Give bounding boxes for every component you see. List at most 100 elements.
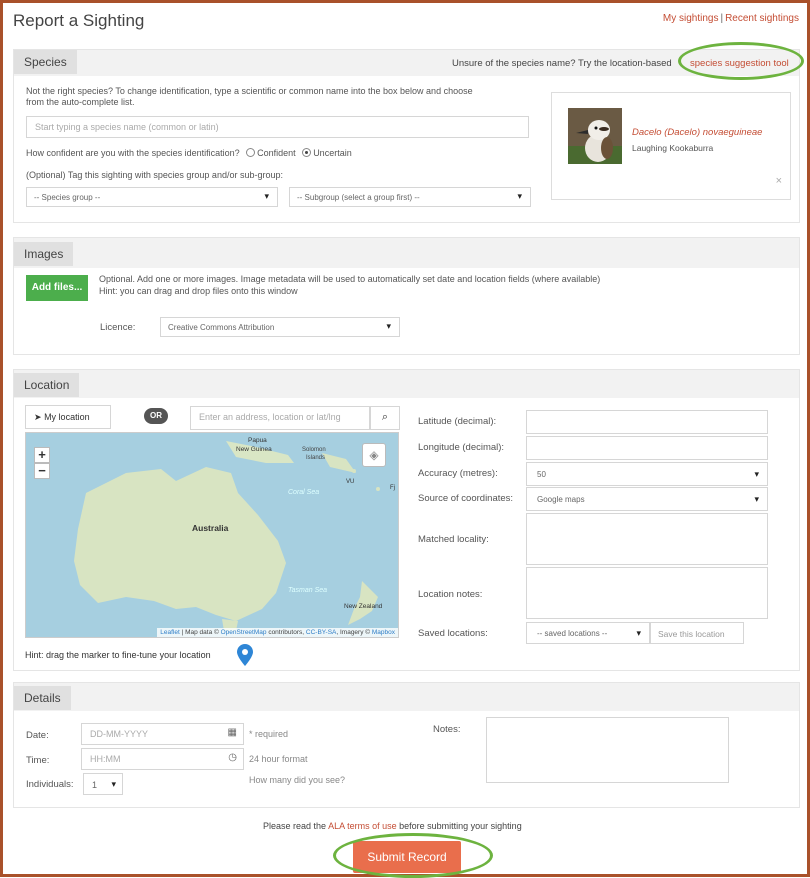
terms-link[interactable]: ALA terms of use	[328, 821, 397, 831]
map-attribution: Leaflet | Map data © OpenStreetMap contr…	[157, 628, 398, 637]
saved-locations-select[interactable]: -- saved locations -- ▾	[526, 622, 650, 644]
species-group-value: -- Species group --	[34, 193, 101, 202]
confident-radio[interactable]	[246, 148, 256, 157]
zoom-in-button[interactable]: +	[34, 447, 50, 463]
add-files-button[interactable]: Add files...	[26, 275, 88, 301]
licence-label: Licence:	[100, 322, 136, 333]
matched-locality-field[interactable]	[526, 513, 768, 565]
card-scientific-name[interactable]: Dacelo (Dacelo) novaeguineae	[632, 127, 762, 138]
terms-before: Please read the	[263, 821, 327, 831]
map-label-vu: VU	[346, 479, 355, 485]
clock-icon[interactable]: ◷	[228, 752, 237, 763]
images-info-line1: Optional. Add one or more images. Image …	[99, 274, 601, 284]
search-icon: ⌕	[381, 411, 389, 423]
leaflet-link[interactable]: Leaflet	[160, 629, 180, 636]
individuals-caret-icon: ▾	[111, 779, 116, 789]
licence-select[interactable]: Creative Commons Attribution ▾	[160, 317, 400, 337]
close-icon[interactable]: ×	[776, 175, 782, 187]
confidence-question: How confident are you with the species i…	[26, 148, 240, 158]
map-hint: Hint: drag the marker to fine-tune your …	[25, 650, 211, 660]
save-location-button[interactable]: Save this location	[650, 622, 744, 644]
images-tab: Images	[14, 242, 74, 266]
species-card: Dacelo (Dacelo) novaeguineae Laughing Ko…	[551, 92, 791, 200]
subgroup-select[interactable]: -- Subgroup (select a group first) -- ▾	[289, 187, 531, 207]
marker-pin	[237, 644, 253, 666]
notes-label: Notes:	[433, 724, 461, 735]
terms-line: Please read the ALA terms of use before …	[263, 821, 522, 831]
species-group-select[interactable]: -- Species group -- ▾	[26, 187, 278, 207]
layers-icon[interactable]: ◈	[362, 443, 386, 467]
uncertain-label: Uncertain	[313, 148, 352, 158]
osm-link[interactable]: OpenStreetMap	[221, 629, 267, 636]
latitude-input[interactable]	[526, 410, 768, 434]
species-group-caret-icon: ▾	[264, 191, 269, 201]
terms-after: before submitting your sighting	[399, 821, 522, 831]
tag-text: (Optional) Tag this sighting with specie…	[26, 170, 283, 180]
time-label: Time:	[26, 755, 50, 766]
mapbox-link[interactable]: Mapbox	[372, 629, 395, 636]
map-label-tasman-sea: Tasman Sea	[288, 587, 328, 594]
confident-label: Confident	[257, 148, 296, 158]
map-label-solomon: Solomon	[302, 447, 326, 453]
required-note: * required	[249, 729, 289, 739]
saved-locations-value: -- saved locations --	[537, 629, 608, 638]
my-sightings-link[interactable]: My sightings	[663, 13, 719, 24]
suggestion-highlight-ring	[678, 42, 804, 80]
imagery-text: , Imagery ©	[336, 629, 371, 636]
confidence-row: How confident are you with the species i…	[26, 148, 352, 158]
licence-value: Creative Commons Attribution	[168, 323, 275, 332]
map-label-coral-sea: Coral Sea	[288, 489, 320, 496]
unsure-text: Unsure of the species name? Try the loca…	[452, 58, 672, 69]
species-search-input[interactable]: Start typing a species name (common or l…	[26, 116, 529, 138]
species-tab: Species	[14, 50, 77, 74]
individuals-select[interactable]: 1 ▾	[83, 773, 123, 795]
images-info-line2: Hint: you can drag and drop files onto t…	[99, 286, 298, 296]
species-hint-line2: from the auto-complete list.	[26, 97, 135, 107]
map-label-australia: Australia	[192, 523, 229, 533]
location-map[interactable]: + − ◈ Papua New Guinea Solomon Islands C…	[25, 432, 399, 638]
map-marker-icon[interactable]	[237, 644, 253, 666]
how-many-note: How many did you see?	[249, 775, 346, 785]
accuracy-value: 50	[537, 470, 546, 479]
ccbysa-link[interactable]: CC-BY-SA	[306, 629, 336, 636]
accuracy-label: Accuracy (metres):	[418, 468, 498, 479]
latitude-label: Latitude (decimal):	[418, 416, 497, 427]
kookaburra-drawing	[568, 108, 622, 164]
time-format-note: 24 hour format	[249, 754, 308, 764]
my-location-label: My location	[44, 412, 90, 422]
date-label: Date:	[26, 730, 49, 741]
longitude-label: Longitude (decimal):	[418, 442, 505, 453]
submit-highlight-ring	[333, 833, 493, 878]
date-input[interactable]: DD-MM-YYYY ▦	[81, 723, 244, 745]
address-search-button[interactable]: ⌕	[370, 406, 400, 430]
source-caret-icon: ▾	[754, 494, 759, 504]
source-label: Source of coordinates:	[418, 493, 514, 504]
header-link-separator: |	[720, 13, 724, 24]
longitude-input[interactable]	[526, 436, 768, 460]
subgroup-caret-icon: ▾	[517, 191, 522, 201]
page-frame: Report a Sighting My sightings | Recent si…	[0, 0, 810, 878]
header-links: My sightings | Recent sightings	[663, 13, 799, 24]
map-label-new-guinea: New Guinea	[236, 446, 272, 453]
location-arrow-icon: ➤	[34, 412, 42, 422]
saved-locations-caret-icon: ▾	[636, 628, 641, 638]
or-badge: OR	[144, 408, 168, 424]
my-location-button[interactable]: ➤ My location	[25, 405, 111, 429]
contributors-text: contributors,	[268, 629, 305, 636]
address-search-input[interactable]: Enter an address, location or lat/lng	[190, 406, 370, 430]
accuracy-select[interactable]: 50 ▾	[526, 462, 768, 486]
calendar-icon[interactable]: ▦	[228, 727, 237, 738]
species-hint-line1: Not the right species? To change identif…	[26, 86, 473, 96]
page-header: Report a Sighting My sightings | Recent si…	[13, 11, 799, 41]
recent-sightings-link[interactable]: Recent sightings	[725, 13, 799, 24]
images-section: Images Add files... Optional. Add one or…	[13, 237, 800, 355]
time-input[interactable]: HH:MM ◷	[81, 748, 244, 770]
species-section: Species Unsure of the species name? Try …	[13, 49, 800, 223]
details-notes-field[interactable]	[486, 717, 729, 783]
source-select[interactable]: Google maps ▾	[526, 487, 768, 511]
location-notes-field[interactable]	[526, 567, 768, 619]
time-placeholder: HH:MM	[90, 754, 121, 764]
zoom-out-button[interactable]: −	[34, 463, 50, 479]
map-label-islands: Islands	[306, 455, 326, 461]
uncertain-radio[interactable]	[302, 148, 312, 157]
